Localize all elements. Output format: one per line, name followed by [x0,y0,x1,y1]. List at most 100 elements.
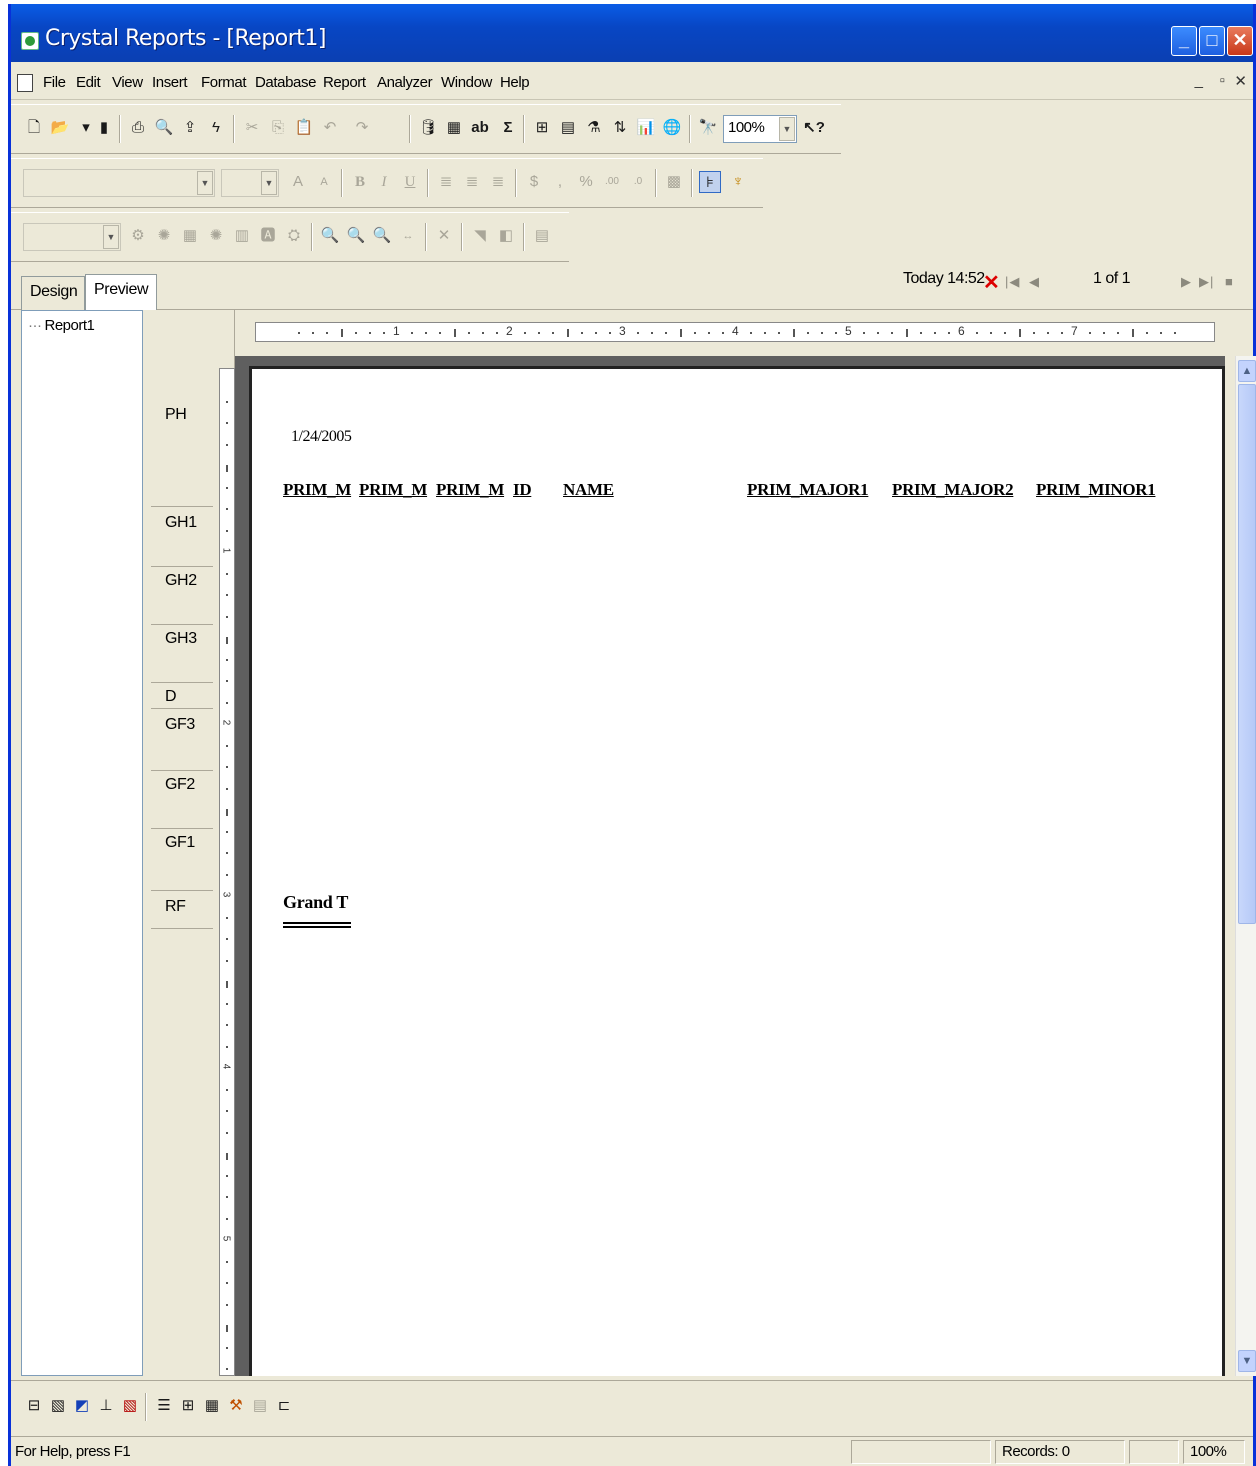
menu-help[interactable]: Help [500,74,530,91]
zoom-width-icon[interactable]: ↔ [397,225,419,247]
open-icon[interactable]: 📂 [49,117,71,139]
picture-icon[interactable]: ⛭ [283,225,305,247]
insert-box-icon[interactable]: ⊟ [23,1395,45,1417]
report-page[interactable] [249,366,1223,1376]
table-icon[interactable]: ▤ [531,225,553,247]
mdi-close-button[interactable]: ✕ [1234,72,1247,90]
print-icon[interactable]: ⎙ [127,117,149,139]
increase-decimals-icon[interactable]: .00 [601,171,623,193]
column-header-prim-major1[interactable]: PRIM_MAJOR1 [747,480,869,500]
currency-icon[interactable]: $ [523,171,545,193]
zoom-fit-icon[interactable]: 🔍 [371,225,393,247]
column-header-prim-major2[interactable]: PRIM_MAJOR2 [892,480,1014,500]
last-page-icon[interactable]: ▶| [1199,274,1214,290]
vertical-scrollbar[interactable]: ▲ ▼ [1235,356,1256,1376]
underline-icon[interactable]: U [399,171,421,193]
zoom-out-icon[interactable]: 🔍 [345,225,367,247]
close-button[interactable]: ✕ [1227,26,1253,56]
chevron-down-icon[interactable]: ▼ [261,171,277,195]
maximize-button[interactable]: □ [1199,26,1225,56]
column-header-prim-m-2[interactable]: PRIM_M [359,480,427,500]
columns-icon[interactable]: ▥ [231,225,253,247]
cut-icon[interactable]: ✂ [241,117,263,139]
stop-icon[interactable]: ✕ [983,270,1000,295]
insert-subreport-icon[interactable]: ▤ [557,117,579,139]
field-explorer-icon[interactable]: ☰ [153,1395,175,1417]
thousands-separator-icon[interactable]: , [549,171,571,193]
find-icon[interactable]: 🔭 [697,117,719,139]
align-center-icon[interactable]: ≣ [461,171,483,193]
sort-expert-icon[interactable]: ⇅ [609,117,631,139]
align-left-icon[interactable]: ≣ [435,171,457,193]
align-right-icon[interactable]: ≣ [487,171,509,193]
decrease-decimals-icon[interactable]: .0 [627,171,649,193]
next-page-icon[interactable]: ▶ [1181,274,1192,290]
dependency-checker-icon[interactable]: ▤ [249,1395,271,1417]
gear-icon[interactable]: ✺ [205,225,227,247]
tab-preview[interactable]: Preview [85,274,157,310]
report-explorer-icon[interactable]: ⊞ [177,1395,199,1417]
tab-design[interactable]: Design [21,276,85,312]
olap-icon[interactable]: ◥ [469,225,491,247]
column-header-prim-m-3[interactable]: PRIM_M [436,480,504,500]
refresh-icon[interactable]: ϟ [205,117,227,139]
new-icon[interactable]: 🗋 [23,117,45,139]
increase-font-icon[interactable]: A [287,171,309,193]
section-expert-icon[interactable]: ⚙ [127,225,149,247]
title-bar[interactable]: Crystal Reports - [Report1] _ □ ✕ [11,4,1253,62]
database-expert-icon[interactable]: 🛢 [417,117,439,139]
scroll-up-icon[interactable]: ▲ [1238,360,1256,382]
text-box-icon[interactable]: 🅰 [257,225,279,247]
highlight-icon[interactable]: ▩ [663,171,685,193]
first-page-icon[interactable]: |◀ [1005,274,1020,290]
column-header-id[interactable]: ID [513,480,532,500]
zoom-combo[interactable]: 100% ▼ [723,115,797,143]
insert-picture-icon[interactable]: ▧ [47,1395,69,1417]
bold-icon[interactable]: B [349,171,371,193]
insert-ole-icon[interactable]: ◩ [71,1395,93,1417]
context-help-icon[interactable]: ↖? [803,117,825,139]
document-icon[interactable] [17,74,33,92]
format-painter-icon[interactable]: ✺ [153,225,175,247]
menu-view[interactable]: View [112,74,143,91]
chevron-down-icon[interactable]: ▼ [779,117,795,141]
column-header-prim-minor1[interactable]: PRIM_MINOR1 [1036,480,1156,500]
select-expert-icon[interactable]: ⚗ [583,117,605,139]
menu-analyzer[interactable]: Analyzer [377,74,433,91]
percent-icon[interactable]: % [575,171,597,193]
grand-total-label[interactable]: Grand T [283,892,348,913]
undo-icon[interactable]: ↶ [319,117,341,139]
column-header-name[interactable]: NAME [563,480,614,500]
export-icon[interactable]: ⇪ [179,117,201,139]
repository-explorer-icon[interactable]: ▦ [201,1395,223,1417]
crystal-reports-app-icon[interactable] [21,32,39,50]
report-print-date[interactable]: 1/24/2005 [291,428,352,446]
group-tree[interactable]: Report1 [21,310,143,1376]
menu-file[interactable]: File [43,74,66,91]
section-combo[interactable]: ▼ [23,223,121,251]
italic-icon[interactable]: I [373,171,395,193]
copy-icon[interactable]: ⎘ [267,117,289,139]
decrease-font-icon[interactable]: A [313,171,335,193]
insert-field-icon[interactable]: ▦ [443,117,465,139]
redo-icon[interactable]: ↷ [351,117,373,139]
tree-node-report1[interactable]: Report1 [28,317,95,334]
menu-edit[interactable]: Edit [76,74,101,91]
chevron-down-icon[interactable]: ▼ [197,171,213,195]
field-explorer-icon[interactable]: ♆ [727,171,749,193]
object-inspector-icon[interactable]: ⊏ [273,1395,295,1417]
zoom-in-icon[interactable]: 🔍 [319,225,341,247]
object-icon[interactable]: ◧ [495,225,517,247]
paste-icon[interactable]: 📋 [293,117,315,139]
mdi-restore-button[interactable]: ▫ [1220,72,1225,89]
cross-tab-icon[interactable]: ✕ [433,225,455,247]
menu-format[interactable]: Format [201,74,247,91]
insert-summary-icon[interactable]: Σ [497,117,519,139]
font-size-combo[interactable]: ▼ [221,169,279,197]
save-icon[interactable]: ▮ [93,117,115,139]
font-name-combo[interactable]: ▼ [23,169,215,197]
menu-window[interactable]: Window [441,74,492,91]
scroll-down-icon[interactable]: ▼ [1238,1350,1256,1372]
insert-group-icon[interactable]: ⊞ [531,117,553,139]
menu-insert[interactable]: Insert [152,74,188,91]
